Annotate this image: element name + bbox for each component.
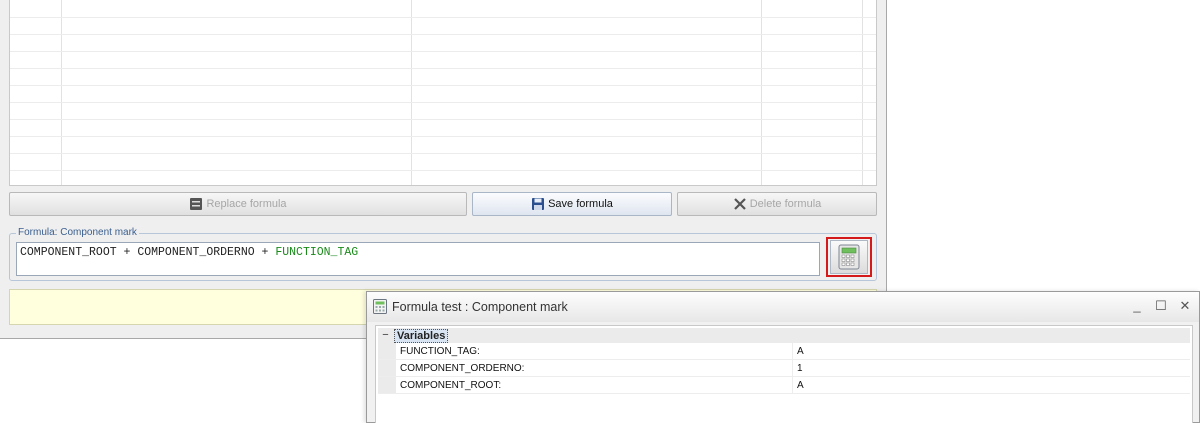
variable-row[interactable]: FUNCTION_TAG: A <box>378 343 1190 360</box>
grid-row <box>10 68 876 69</box>
grid-row <box>10 136 876 137</box>
formula-group: Formula: Component mark COMPONENT_ROOT +… <box>9 227 877 281</box>
grid-column-line <box>411 0 412 185</box>
variable-row[interactable]: COMPONENT_ROOT: A <box>378 377 1190 394</box>
variables-category-header[interactable]: − Variables <box>378 328 1190 343</box>
variable-row[interactable]: COMPONENT_ORDERNO: 1 <box>378 360 1190 377</box>
variable-name: FUNCTION_TAG: <box>400 346 480 357</box>
screen: Replace formula Save formula Delete form… <box>0 0 1200 423</box>
grid-row <box>10 102 876 103</box>
grid-row <box>10 119 876 120</box>
formula-editor-window: Replace formula Save formula Delete form… <box>0 0 887 339</box>
formula-test-dialog: Formula test : Component mark _ ☐ ✕ − Va… <box>366 291 1200 423</box>
grid-row <box>10 85 876 86</box>
grid-row <box>10 34 876 35</box>
calculator-icon <box>373 299 387 314</box>
formula-test-button[interactable] <box>826 237 872 277</box>
row-gutter <box>378 343 396 359</box>
replace-formula-button[interactable]: Replace formula <box>9 192 467 216</box>
formula-input[interactable]: COMPONENT_ROOT + COMPONENT_ORDERNO + FUN… <box>16 242 820 276</box>
delete-x-icon <box>733 198 746 210</box>
grid-column-line <box>862 0 863 185</box>
variable-value[interactable]: A <box>797 346 804 357</box>
grid-row <box>10 170 876 171</box>
calculator-icon <box>838 244 860 270</box>
formula-legend: Formula: Component mark <box>16 227 139 238</box>
row-gutter <box>378 360 396 376</box>
delete-formula-button[interactable]: Delete formula <box>677 192 877 216</box>
minimize-button[interactable]: _ <box>1129 298 1145 314</box>
grid-row <box>10 153 876 154</box>
formula-text: COMPONENT_ROOT + COMPONENT_ORDERNO + <box>20 246 276 259</box>
formula-grid[interactable] <box>9 0 877 186</box>
variable-name: COMPONENT_ORDERNO: <box>400 363 525 374</box>
grid-row <box>10 17 876 18</box>
save-formula-label: Save formula <box>548 198 613 210</box>
column-divider <box>792 343 793 359</box>
variable-value[interactable]: 1 <box>797 363 803 374</box>
save-formula-button[interactable]: Save formula <box>472 192 672 216</box>
row-gutter <box>378 377 396 393</box>
replace-formula-label: Replace formula <box>206 198 287 210</box>
close-button[interactable]: ✕ <box>1177 298 1193 314</box>
variable-name: COMPONENT_ROOT: <box>400 380 502 391</box>
dialog-titlebar[interactable]: Formula test : Component mark _ ☐ ✕ <box>367 292 1199 322</box>
column-divider <box>792 360 793 376</box>
formula-variable-token: FUNCTION_TAG <box>275 246 359 259</box>
grid-column-line <box>761 0 762 185</box>
variables-panel: − Variables FUNCTION_TAG: A COMPONENT_OR… <box>375 325 1193 423</box>
floppy-disk-icon <box>532 198 545 210</box>
variable-value[interactable]: A <box>797 380 804 391</box>
calculator-button-face <box>830 240 868 274</box>
grid-column-line <box>61 0 62 185</box>
dialog-title: Formula test : Component mark <box>392 300 568 314</box>
delete-formula-label: Delete formula <box>749 198 822 210</box>
column-divider <box>792 377 793 393</box>
grid-row <box>10 51 876 52</box>
collapse-icon[interactable]: − <box>380 330 391 341</box>
maximize-button[interactable]: ☐ <box>1153 298 1169 314</box>
replace-icon <box>190 198 203 210</box>
variables-category-title: Variables <box>394 329 449 343</box>
